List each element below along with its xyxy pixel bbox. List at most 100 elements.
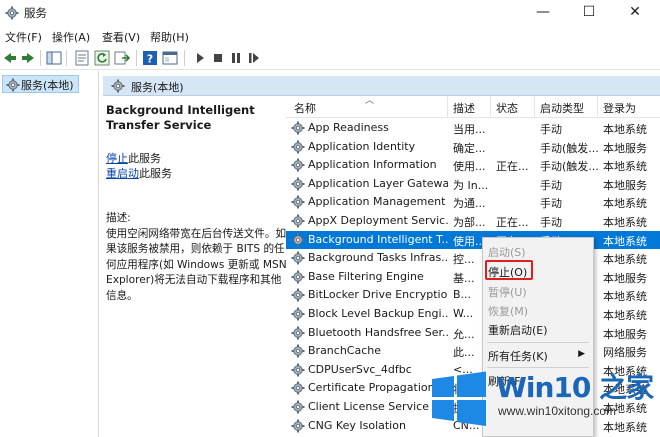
menu-stop[interactable]: 停止(O) xyxy=(488,264,527,280)
maximize-button[interactable]: ☐ xyxy=(566,0,612,26)
cell-logon-as: 本地系统 xyxy=(603,160,647,174)
gear-icon xyxy=(6,78,20,92)
cell-startup-type: 手动 xyxy=(540,123,562,136)
table-row[interactable]: Background Tasks Infras... 控... 本地系统 xyxy=(286,249,660,268)
menu-file[interactable]: 文件(F) xyxy=(5,29,42,45)
stop-service-link[interactable]: 停止 xyxy=(106,152,128,165)
table-row[interactable]: AppX Deployment Servic... 为部... 正在... 手动 本地系… xyxy=(286,212,660,231)
refresh-icon[interactable] xyxy=(94,50,110,66)
menu-all-tasks[interactable]: 所有任务(K) xyxy=(488,348,548,364)
cell-description: 当用... xyxy=(453,123,486,136)
help-icon[interactable]: ? xyxy=(142,50,158,66)
menu-action[interactable]: 操作(A) xyxy=(52,29,90,45)
column-description[interactable]: 描述 xyxy=(453,100,475,116)
menu-view[interactable]: 查看(V) xyxy=(102,29,140,45)
console-icon[interactable] xyxy=(162,50,178,66)
table-row[interactable]: Application Management 为通... 手动 本地系统 xyxy=(286,193,660,212)
watermark: Win10 之家 www.win10xitong.com xyxy=(430,366,660,437)
close-button[interactable]: ✕ xyxy=(612,0,658,26)
service-gear-icon xyxy=(291,176,305,191)
column-header-row: ︿ 名称 描述 状态 启动类型 登录为 xyxy=(286,96,660,118)
table-row[interactable]: Block Level Backup Engi... W... 本地系统 xyxy=(286,305,660,324)
pause-icon[interactable] xyxy=(228,50,244,66)
cell-name: AppX Deployment Servic... xyxy=(308,214,448,227)
service-gear-icon xyxy=(291,139,305,154)
cell-description: 使用... xyxy=(453,160,486,174)
service-gear-icon xyxy=(291,400,305,414)
cell-name: Base Filtering Engine xyxy=(308,269,424,283)
stop-service-suffix: 此服务 xyxy=(128,152,161,165)
column-logon-as[interactable]: 登录为 xyxy=(603,100,636,116)
cell-name: CDPUserSvc_4dfbc xyxy=(308,362,412,376)
menu-separator xyxy=(487,342,589,343)
description-label: 描述: xyxy=(106,212,131,224)
table-row[interactable]: BranchCache 此... 网络服务 xyxy=(286,342,660,361)
cell-status: 正在... xyxy=(496,216,529,229)
cell-name: BitLocker Drive Encryptio... xyxy=(308,288,448,302)
cell-name: Application Information xyxy=(308,158,437,172)
cell-logon-as: 本地系统 xyxy=(603,253,647,267)
column-name[interactable]: 名称 xyxy=(294,100,316,116)
restart-service-link[interactable]: 重启动 xyxy=(106,167,139,180)
menu-restart[interactable]: 重新启动(E) xyxy=(488,322,548,338)
cell-startup-type: 手动 xyxy=(540,216,562,229)
forward-icon[interactable] xyxy=(20,50,36,66)
cell-description: 确定... xyxy=(453,141,486,155)
back-icon[interactable] xyxy=(2,50,18,66)
cell-name: Certificate Propagation xyxy=(308,381,435,395)
tree-item-label: 服务(本地) xyxy=(21,79,74,92)
menu-pause[interactable]: 暂停(U) xyxy=(488,284,527,300)
service-title: Background Intelligent Transfer Service xyxy=(106,103,255,132)
column-status[interactable]: 状态 xyxy=(496,100,518,116)
cell-startup-type: 手动 xyxy=(540,197,562,211)
table-row[interactable]: Application Layer Gatewa... 为 In... 手动 本地服务 xyxy=(286,175,660,194)
menu-bar: 文件(F) 操作(A) 查看(V) 帮助(H) xyxy=(0,26,660,46)
cell-logon-as: 本地系统 xyxy=(603,290,647,304)
cell-name: CNG Key Isolation xyxy=(308,418,406,432)
description-body: 使用空闲网络带宽在后台传送文件。如果该服务被禁用，则依赖于 BITS 的任何应用… xyxy=(106,227,287,302)
cell-status: 正在... xyxy=(496,160,529,174)
cell-logon-as: 本地系统 xyxy=(603,234,647,248)
service-gear-icon xyxy=(291,269,305,284)
table-row[interactable]: Base Filtering Engine 基... 本地服务 xyxy=(286,268,660,287)
export-icon[interactable] xyxy=(114,50,130,66)
cell-logon-as: 本地系统 xyxy=(603,123,647,136)
service-gear-icon xyxy=(291,418,305,433)
cell-name: Application Identity xyxy=(308,139,416,153)
service-gear-icon xyxy=(291,325,305,340)
table-row[interactable]: App Readiness 当用... 手动 本地系统 xyxy=(286,119,660,138)
show-tree-icon[interactable] xyxy=(46,50,62,66)
menu-resume[interactable]: 恢复(M) xyxy=(488,303,528,319)
cell-logon-as: 本地服务 xyxy=(603,141,647,155)
minimize-button[interactable]: — xyxy=(520,0,566,26)
tree-item-local-services[interactable]: 服务(本地) xyxy=(2,75,79,93)
cell-name: Application Layer Gatewa... xyxy=(308,176,448,190)
cell-logon-as: 本地系统 xyxy=(603,309,647,322)
restart-service-line: 重启动此服务 xyxy=(106,165,172,181)
window-title: 服务 xyxy=(24,6,47,20)
table-row[interactable]: BitLocker Drive Encryptio... B... 本地系统 xyxy=(286,286,660,305)
service-gear-icon xyxy=(291,307,305,321)
cell-startup-type: 手动(触发... xyxy=(540,141,599,155)
cell-name: App Readiness xyxy=(308,121,389,134)
menu-help[interactable]: 帮助(H) xyxy=(150,29,189,45)
service-gear-icon xyxy=(291,381,305,396)
cell-logon-as: 本地服务 xyxy=(603,178,647,192)
properties-icon[interactable] xyxy=(74,50,90,66)
table-row[interactable]: Bluetooth Handsfree Ser... 允... 本地服务 xyxy=(286,324,660,343)
service-description-pane: Background Intelligent Transfer Service … xyxy=(106,103,287,302)
table-row[interactable]: Application Information 使用... 正在... 手动(触发..… xyxy=(286,156,660,175)
stop-icon[interactable] xyxy=(210,50,226,66)
cell-logon-as: 本地服务 xyxy=(603,271,647,285)
cell-name: Block Level Backup Engi... xyxy=(308,307,448,320)
service-gear-icon xyxy=(291,344,305,359)
cell-startup-type: 手动 xyxy=(540,178,562,192)
table-row[interactable]: Application Identity 确定... 手动(触发... 本地服务 xyxy=(286,138,660,157)
cell-logon-as: 本地服务 xyxy=(603,327,647,341)
menu-start[interactable]: 启动(S) xyxy=(488,244,526,260)
cell-logon-as: 网络服务 xyxy=(603,346,647,360)
play-icon[interactable] xyxy=(192,50,208,66)
restart-icon[interactable] xyxy=(246,50,262,66)
column-startup-type[interactable]: 启动类型 xyxy=(540,100,584,116)
table-row[interactable]: Background Intelligent T...使用...正在...手动本… xyxy=(286,230,660,250)
